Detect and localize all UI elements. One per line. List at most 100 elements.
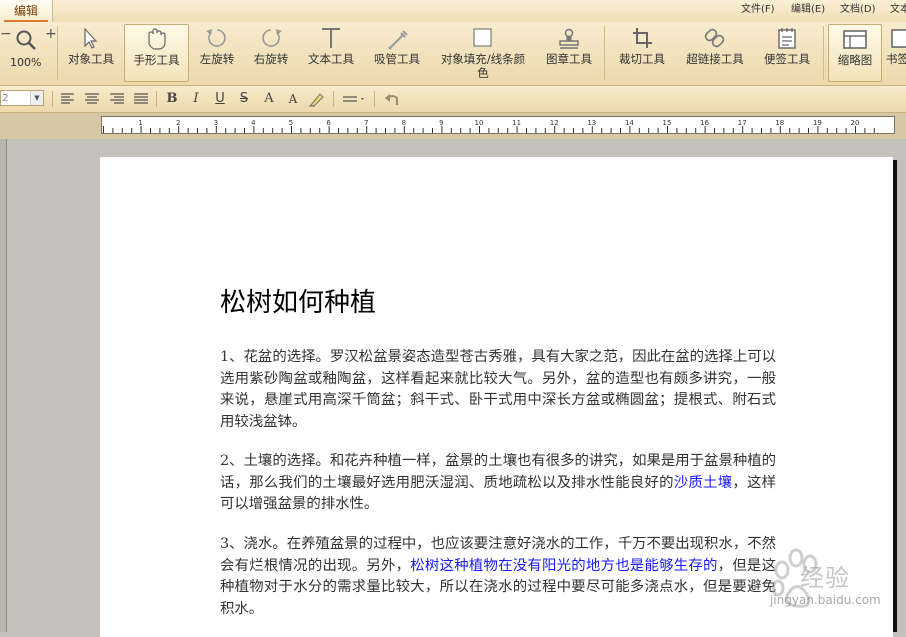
separator xyxy=(374,91,375,107)
align-left-icon[interactable] xyxy=(58,90,78,108)
hand-tool-button[interactable]: 手形工具 xyxy=(124,24,189,82)
italic-button[interactable]: I xyxy=(186,90,206,108)
ruler-label: 6 xyxy=(326,119,331,127)
ruler-label: 9 xyxy=(439,119,443,127)
tool-label: 缩略图 xyxy=(837,53,873,67)
tool-label-line2: 色 xyxy=(477,66,489,80)
align-right-icon[interactable] xyxy=(107,90,127,108)
zoom-level[interactable]: 100% xyxy=(10,56,41,69)
hyperlink-pine-shade[interactable]: 松树这种植物在没有阳光的地方也是能够生存的 xyxy=(410,558,717,574)
ruler-label: 12 xyxy=(550,119,559,127)
font-size-value: 2 xyxy=(2,93,9,104)
paragraph-3[interactable]: 3、浇水。在养殖盆景的过程中，也应该要注意好浇水的工作，千万不要出现积水，不然会… xyxy=(220,534,776,620)
tool-label: 书签 xyxy=(886,52,906,66)
subscript-button[interactable]: A xyxy=(283,90,303,108)
paragraph-1[interactable]: 1、花盆的选择。罗汉松盆景姿态造型苍古秀雅，具有大家之范，因此在盆的选择上可以选… xyxy=(220,347,776,433)
rotate-right-icon xyxy=(262,29,282,47)
tool-label: 便签工具 xyxy=(764,52,810,66)
separator xyxy=(52,91,53,107)
document-title[interactable]: 松树如何种植 xyxy=(220,282,376,319)
font-size-select[interactable]: 2 ▼ xyxy=(0,90,44,106)
bookmark-icon xyxy=(891,29,906,48)
ruler-scale: 1 2 3 4 5 6 7 8 9 10 11 12 13 14 15 16 17 18 19 20 xyxy=(103,119,875,133)
tool-label: 对象填充/线条颜 xyxy=(440,52,526,66)
ruler-label: 13 xyxy=(587,119,596,127)
align-justify-icon[interactable] xyxy=(131,90,151,108)
separator xyxy=(823,26,824,80)
ruler-label: 20 xyxy=(851,119,860,127)
menu-document[interactable]: 文档(D) xyxy=(840,3,876,17)
zoom-out-button[interactable]: − xyxy=(0,26,12,42)
toolbar-ribbon: − + 100% 对象工具 手形工具 左旋转 右旋转 文本工具 吸管工具 对象填… xyxy=(0,22,906,86)
ruler-label: 1 xyxy=(138,119,142,127)
hyperlink-tool-button[interactable]: 超链接工具 xyxy=(680,24,750,82)
thumbnail-icon xyxy=(843,30,867,49)
thumbnail-button[interactable]: 缩略图 xyxy=(828,24,882,82)
rotate-right-button[interactable]: 右旋转 xyxy=(245,24,297,82)
eyedropper-tool-button[interactable]: 吸管工具 xyxy=(367,24,427,82)
ruler-label: 10 xyxy=(475,119,484,127)
align-center-icon[interactable] xyxy=(82,90,102,108)
ruler-label: 5 xyxy=(289,119,293,127)
tool-label: 对象工具 xyxy=(68,52,114,66)
menu-file[interactable]: 文件(F) xyxy=(741,3,775,17)
note-icon xyxy=(778,28,796,49)
link-icon xyxy=(704,28,725,48)
separator xyxy=(156,91,157,107)
pointer-icon xyxy=(84,27,98,49)
object-tool-button[interactable]: 对象工具 xyxy=(61,24,121,82)
watermark-text: 经验 xyxy=(800,564,850,592)
tool-label: 右旋转 xyxy=(253,52,289,66)
crop-tool-button[interactable]: 裁切工具 xyxy=(612,24,672,82)
undo-icon[interactable] xyxy=(382,90,402,108)
ruler-label: 7 xyxy=(364,119,368,127)
stamp-tool-button[interactable]: 图章工具 xyxy=(539,24,599,82)
tool-label: 图章工具 xyxy=(546,52,592,66)
ruler-label: 16 xyxy=(700,119,709,127)
tool-label: 文本工具 xyxy=(308,52,354,66)
hyperlink-sandy-soil[interactable]: 沙质土壤 xyxy=(674,475,733,491)
ruler-label: 17 xyxy=(738,119,747,127)
magnifier-icon[interactable] xyxy=(14,28,38,52)
superscript-button[interactable]: A xyxy=(259,90,279,108)
ruler-label: 8 xyxy=(402,119,406,127)
zoom-in-button[interactable]: + xyxy=(45,26,57,42)
rotate-left-icon xyxy=(206,29,226,47)
tool-label: 吸管工具 xyxy=(374,52,420,66)
watermark-url: jingyan.baidu.com xyxy=(770,593,881,607)
ruler-label: 2 xyxy=(176,119,180,127)
ruler-label: 19 xyxy=(813,119,822,127)
paragraph-2[interactable]: 2、土壤的选择。和花卉种植一样，盆景的土壤也有很多的讲究，如果是用于盆景种植的话… xyxy=(220,451,776,516)
bold-button[interactable]: B xyxy=(162,90,182,108)
ruler-label: 15 xyxy=(663,119,672,127)
horizontal-ruler[interactable]: 1 2 3 4 5 6 7 8 9 10 11 12 13 14 15 16 17 18 19 20 xyxy=(101,116,895,134)
bookmark-button[interactable]: 书签 xyxy=(886,24,906,82)
underline-button[interactable]: U xyxy=(210,90,230,108)
ruler-label: 18 xyxy=(775,119,784,127)
text-tool-button[interactable]: 文本工具 xyxy=(302,24,360,82)
highlight-pen-icon[interactable] xyxy=(306,90,326,108)
text-icon xyxy=(322,28,340,48)
chevron-down-icon[interactable]: ▼ xyxy=(30,91,43,105)
tab-edit[interactable]: 编辑 xyxy=(0,0,53,22)
menu-edit[interactable]: 编辑(E) xyxy=(791,3,825,17)
rotate-left-button[interactable]: 左旋转 xyxy=(191,24,243,82)
ruler-label: 11 xyxy=(512,119,521,127)
fill-color-button[interactable]: 对象填充/线条颜 色 xyxy=(433,24,533,82)
line-spacing-icon[interactable] xyxy=(340,90,368,108)
menu-text[interactable]: 文本 xyxy=(890,3,906,17)
separator xyxy=(57,26,58,80)
tool-label: 手形工具 xyxy=(133,53,180,67)
crop-icon xyxy=(633,28,652,48)
ruler-label: 4 xyxy=(251,119,256,127)
note-tool-button[interactable]: 便签工具 xyxy=(757,24,817,82)
stamp-icon xyxy=(559,28,579,49)
separator xyxy=(604,26,605,80)
top-bar: 编辑 文件(F) 编辑(E) 文档(D) 文本 xyxy=(0,0,906,23)
fill-color-icon xyxy=(473,28,492,47)
separator xyxy=(333,91,334,107)
tool-label: 裁切工具 xyxy=(619,52,665,66)
strikethrough-button[interactable]: S xyxy=(234,90,254,108)
tool-label: 超链接工具 xyxy=(686,52,744,66)
ruler-label: 3 xyxy=(214,119,218,127)
